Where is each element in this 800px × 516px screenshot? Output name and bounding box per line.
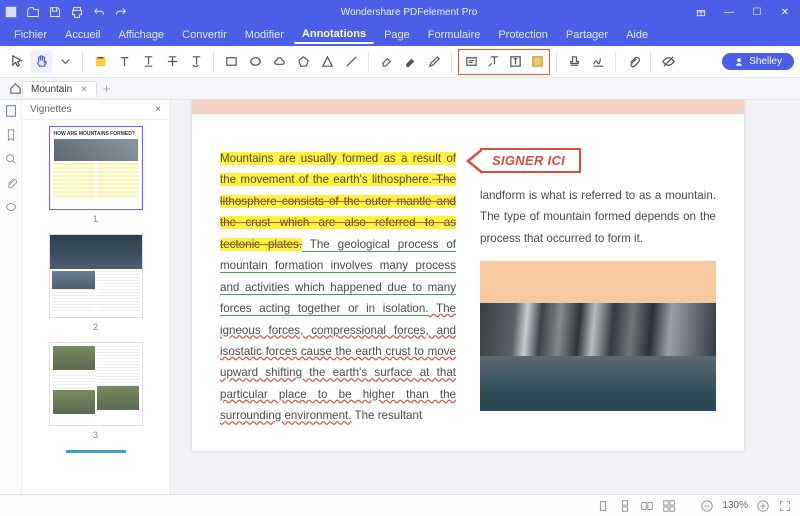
user-name: Shelley (749, 56, 782, 67)
view-single-icon[interactable] (596, 499, 610, 513)
line-shape-tool[interactable] (340, 51, 362, 73)
text-tool[interactable] (113, 51, 135, 73)
highlight-tool[interactable] (89, 51, 111, 73)
thumbnail-2[interactable] (49, 234, 143, 318)
stamp-tool[interactable] (563, 51, 585, 73)
signature-tool[interactable] (587, 51, 609, 73)
hide-annotations-tool[interactable] (657, 51, 679, 73)
underline-tool[interactable] (137, 51, 159, 73)
polygon-shape-tool[interactable] (292, 51, 314, 73)
menubar: Fichier Accueil Affichage Convertir Modi… (0, 24, 800, 46)
side-rail (0, 100, 22, 494)
comments-rail-icon[interactable] (4, 200, 18, 214)
thumbnail-1[interactable]: HOW ARE MOUNTAINS FORMED? (49, 126, 143, 210)
highlighted-text: Mountains are usually formed as a result… (220, 152, 456, 186)
view-facing-continuous-icon[interactable] (662, 499, 676, 513)
select-tool[interactable] (6, 51, 28, 73)
doc-tab-row: Mountain ✕ + (0, 78, 800, 100)
eraser-hard-tool[interactable] (399, 51, 421, 73)
attachment-tool[interactable] (622, 51, 644, 73)
sign-here-stamp[interactable]: SIGNER ICI (480, 148, 581, 173)
note-textbox-tool[interactable] (460, 51, 482, 73)
menu-convertir[interactable]: Convertir (174, 27, 235, 43)
gift-icon[interactable] (690, 4, 712, 20)
menu-page[interactable]: Page (376, 27, 418, 43)
page-header-image (192, 100, 744, 114)
squiggly-tool[interactable] (185, 51, 207, 73)
statusbar: 130% (0, 494, 800, 516)
close-tab-icon[interactable]: ✕ (80, 84, 88, 95)
plain-tail-text: The resultant (351, 409, 422, 422)
open-icon[interactable] (26, 5, 40, 19)
pencil-tool[interactable] (423, 51, 445, 73)
hand-tool[interactable] (30, 51, 52, 73)
thumb1-title: HOW ARE MOUNTAINS FORMED? (54, 131, 138, 137)
view-continuous-icon[interactable] (618, 499, 632, 513)
pdf-page: Mountains are usually formed as a result… (192, 100, 744, 451)
menu-aide[interactable]: Aide (618, 27, 656, 43)
panel-close-icon[interactable]: × (155, 104, 161, 115)
new-tab-button[interactable]: + (103, 81, 111, 96)
print-icon[interactable] (70, 5, 84, 19)
workspace: Vignettes × HOW ARE MOUNTAINS FORMED? 1 … (0, 100, 800, 494)
doc-tab-label: Mountain (31, 84, 72, 95)
left-paragraph: Mountains are usually formed as a result… (220, 148, 456, 427)
titlebar: Wondershare PDFelement Pro — ☐ ✕ (0, 0, 800, 24)
eraser-soft-tool[interactable] (375, 51, 397, 73)
annotation-toolbar: Shelley (0, 46, 800, 78)
user-icon (734, 57, 744, 67)
user-pill[interactable]: Shelley (722, 53, 794, 70)
menu-partager[interactable]: Partager (558, 27, 616, 43)
bookmarks-rail-icon[interactable] (4, 128, 18, 142)
rect-shape-tool[interactable] (220, 51, 242, 73)
panel-title: Vignettes (30, 104, 72, 115)
thumbnail-4[interactable] (66, 450, 126, 460)
minimize-button[interactable]: — (718, 4, 740, 20)
undo-icon[interactable] (92, 5, 106, 19)
menu-annotations[interactable]: Annotations (294, 26, 374, 44)
chevron-down-icon[interactable] (54, 51, 76, 73)
menu-affichage[interactable]: Affichage (110, 27, 172, 43)
triangle-shape-tool[interactable] (316, 51, 338, 73)
home-icon[interactable] (4, 78, 26, 100)
fullscreen-icon[interactable] (778, 499, 792, 513)
typewriter-tool[interactable] (504, 51, 526, 73)
thumb-label-1: 1 (93, 214, 98, 224)
search-rail-icon[interactable] (4, 152, 18, 166)
zoom-out-icon[interactable] (700, 499, 714, 513)
right-paragraph: landform is what is referred to as a mou… (480, 185, 716, 249)
attachments-rail-icon[interactable] (4, 176, 18, 190)
save-icon[interactable] (48, 5, 62, 19)
thumb-label-3: 3 (93, 430, 98, 440)
menu-protection[interactable]: Protection (490, 27, 556, 43)
view-facing-icon[interactable] (640, 499, 654, 513)
doc-tab[interactable]: Mountain ✕ (22, 81, 97, 97)
oval-shape-tool[interactable] (244, 51, 266, 73)
thumb-label-2: 2 (93, 322, 98, 332)
area-highlight-tool[interactable] (526, 51, 548, 73)
page-canvas[interactable]: 1 / 4 Mountains are usually formed as a … (170, 100, 800, 494)
menu-accueil[interactable]: Accueil (57, 27, 108, 43)
menu-modifier[interactable]: Modifier (237, 27, 292, 43)
menu-fichier[interactable]: Fichier (6, 27, 55, 43)
maximize-button[interactable]: ☐ (746, 4, 768, 20)
menu-formulaire[interactable]: Formulaire (420, 27, 489, 43)
strike-tool[interactable] (161, 51, 183, 73)
close-button[interactable]: ✕ (774, 4, 796, 20)
mountain-photo (480, 261, 716, 411)
thumbnails-rail-icon[interactable] (4, 104, 18, 118)
textbox-tools-group (458, 49, 550, 75)
cloud-shape-tool[interactable] (268, 51, 290, 73)
zoom-in-icon[interactable] (756, 499, 770, 513)
zoom-value[interactable]: 130% (722, 500, 748, 511)
app-title: Wondershare PDFelement Pro (128, 7, 690, 18)
callout-textbox-tool[interactable] (482, 51, 504, 73)
app-logo-icon (4, 5, 18, 19)
redo-icon[interactable] (114, 5, 128, 19)
thumbnails-panel: Vignettes × HOW ARE MOUNTAINS FORMED? 1 … (22, 100, 170, 494)
squiggly-text: The igneous forces, compressional forces… (220, 302, 456, 422)
thumbnail-3[interactable] (49, 342, 143, 426)
